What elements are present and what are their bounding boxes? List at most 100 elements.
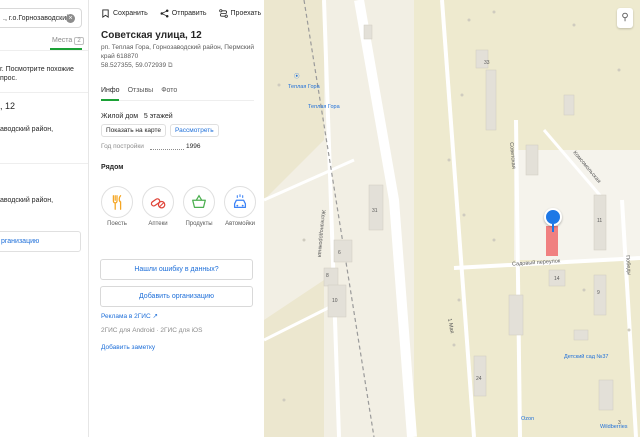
- add-note-link[interactable]: Добавить заметку: [101, 344, 155, 351]
- clear-search-icon[interactable]: ×: [66, 14, 75, 23]
- building: [508, 294, 524, 336]
- place-address: рп. Теплая Гора, Горнозаводский район, П…: [101, 44, 255, 60]
- building: [525, 144, 539, 176]
- nearby-title: Рядом: [101, 164, 124, 171]
- result-item-title[interactable]: , 12: [0, 101, 15, 111]
- route-label: Проехать: [230, 10, 262, 17]
- tab-places[interactable]: Места 2: [52, 37, 84, 45]
- house-number: 8: [326, 273, 329, 279]
- nearby-categories: Поесть Аптеки Продукты Автомойки: [100, 186, 257, 227]
- save-button[interactable]: Сохранить: [101, 9, 148, 18]
- hint-text: прос.: [0, 75, 18, 82]
- fork-knife-icon: [112, 195, 122, 210]
- building: [363, 24, 373, 40]
- road: [354, 0, 417, 437]
- bookmark-icon: [102, 9, 109, 18]
- search-input-value: ., г.о.Горнозаводский: [3, 15, 71, 22]
- result-item-address: аводский район,: [0, 126, 54, 133]
- building-actions: Показать на карте Рассмотреть: [101, 124, 219, 137]
- tab-reviews[interactable]: Отзывы: [128, 87, 154, 99]
- search-results-panel: ., г.о.Горнозаводский × Места 2 г. Посмот…: [0, 0, 89, 437]
- share-button[interactable]: Отправить: [160, 9, 207, 18]
- add-organization-label: рганизацию: [1, 238, 40, 245]
- save-label: Сохранить: [113, 10, 148, 17]
- share-label: Отправить: [171, 10, 207, 17]
- ozon-label[interactable]: Ozon: [521, 416, 534, 422]
- building-floors: 5 этажей: [143, 113, 173, 120]
- road: [322, 0, 341, 437]
- map-layers-icon[interactable]: ⚲: [617, 8, 633, 28]
- tab-places-label: Места: [52, 37, 73, 44]
- nearby-carwash[interactable]: Автомойки: [223, 186, 257, 227]
- nearby-groceries-circle: [183, 186, 215, 218]
- show-on-map-button[interactable]: Показать на карте: [101, 124, 167, 137]
- tab-places-count: 2: [74, 37, 84, 45]
- house-number: 31: [372, 208, 378, 214]
- share-icon: [160, 9, 169, 18]
- place-title: Советская улица, 12: [101, 30, 202, 41]
- building: [333, 239, 353, 263]
- house-number: 24: [476, 376, 482, 382]
- nearby-eat-label: Поесть: [107, 221, 127, 227]
- land-area: [264, 0, 324, 200]
- station-icon[interactable]: ⦿: [294, 72, 300, 80]
- copy-icon[interactable]: ⧉: [168, 62, 173, 69]
- map-canvas[interactable]: 33 31 6 8 10 11 9 14 24 3 ⦿ Теплая Гора …: [264, 0, 640, 437]
- place-card: Сохранить Отправить Проехать Советская у…: [90, 0, 264, 437]
- route-icon: [218, 9, 228, 18]
- building: [563, 94, 575, 116]
- add-organization-button[interactable]: рганизацию: [0, 231, 81, 252]
- divider: [0, 163, 88, 164]
- station-label[interactable]: Теплая Гора: [308, 104, 340, 110]
- wildberries-label[interactable]: Wildberries: [600, 424, 628, 430]
- advertising-link[interactable]: Реклама в 2ГИС ↗: [101, 312, 158, 320]
- location-marker-stem: [552, 224, 554, 232]
- basket-icon: [192, 194, 206, 209]
- route-button[interactable]: Проехать: [218, 9, 262, 18]
- kindergarten-label[interactable]: Детский сад №37: [564, 354, 608, 360]
- report-error-button[interactable]: Нашли ошибку в данных?: [100, 259, 253, 280]
- nearby-carwash-circle: [224, 186, 256, 218]
- nearby-groceries-label: Продукты: [185, 221, 213, 227]
- house-number: 10: [332, 298, 338, 304]
- divider: [0, 92, 88, 93]
- nearby-pharmacy-circle: [142, 186, 174, 218]
- nearby-pharmacy[interactable]: Аптеки: [141, 186, 175, 227]
- building: [573, 329, 589, 341]
- building: [485, 69, 497, 131]
- nearby-carwash-label: Автомойки: [225, 221, 255, 227]
- building-type: Жилой дом: [101, 113, 139, 120]
- year-built-label: Год постройки: [101, 143, 144, 150]
- year-built-value: 1996: [186, 143, 201, 150]
- divider: [0, 50, 88, 51]
- house-number: 6: [338, 250, 341, 256]
- add-organization-button[interactable]: Добавить организацию: [100, 286, 253, 307]
- building: [598, 379, 614, 411]
- nearby-eat-circle: [101, 186, 133, 218]
- card-actions: Сохранить Отправить Проехать: [101, 9, 261, 18]
- dotted-leader: [150, 149, 184, 150]
- nearby-groceries[interactable]: Продукты: [182, 186, 216, 227]
- nearby-pharmacy-label: Аптеки: [148, 221, 168, 227]
- building: [593, 274, 607, 316]
- tab-info[interactable]: Инфо: [101, 87, 120, 99]
- station-label[interactable]: Теплая Гора: [288, 84, 320, 90]
- land-area: [264, 280, 324, 437]
- card-tabs: Инфо Отзывы Фото: [101, 87, 177, 99]
- house-number: 9: [597, 290, 600, 296]
- app-links[interactable]: 2ГИС для Android · 2ГИС для iOS: [101, 327, 202, 334]
- hint-text: г. Посмотрите похожие: [0, 66, 74, 73]
- result-item-address: аводский район,: [0, 197, 54, 204]
- search-input[interactable]: ., г.о.Горнозаводский ×: [0, 8, 82, 28]
- house-number: 11: [597, 218, 603, 224]
- house-number: 33: [484, 60, 490, 66]
- nearby-eat[interactable]: Поесть: [100, 186, 134, 227]
- tab-photo[interactable]: Фото: [161, 87, 177, 99]
- coordinates-value: 58.527355, 59.072939: [101, 62, 167, 69]
- place-coordinates[interactable]: 58.527355, 59.072939 ⧉: [101, 62, 173, 70]
- tabs-divider: [101, 100, 254, 101]
- house-number: 14: [554, 276, 560, 282]
- view-3d-button[interactable]: Рассмотреть: [170, 124, 219, 137]
- car-wash-icon: [233, 194, 247, 209]
- building-info: Жилой дом 5 этажей: [101, 113, 173, 120]
